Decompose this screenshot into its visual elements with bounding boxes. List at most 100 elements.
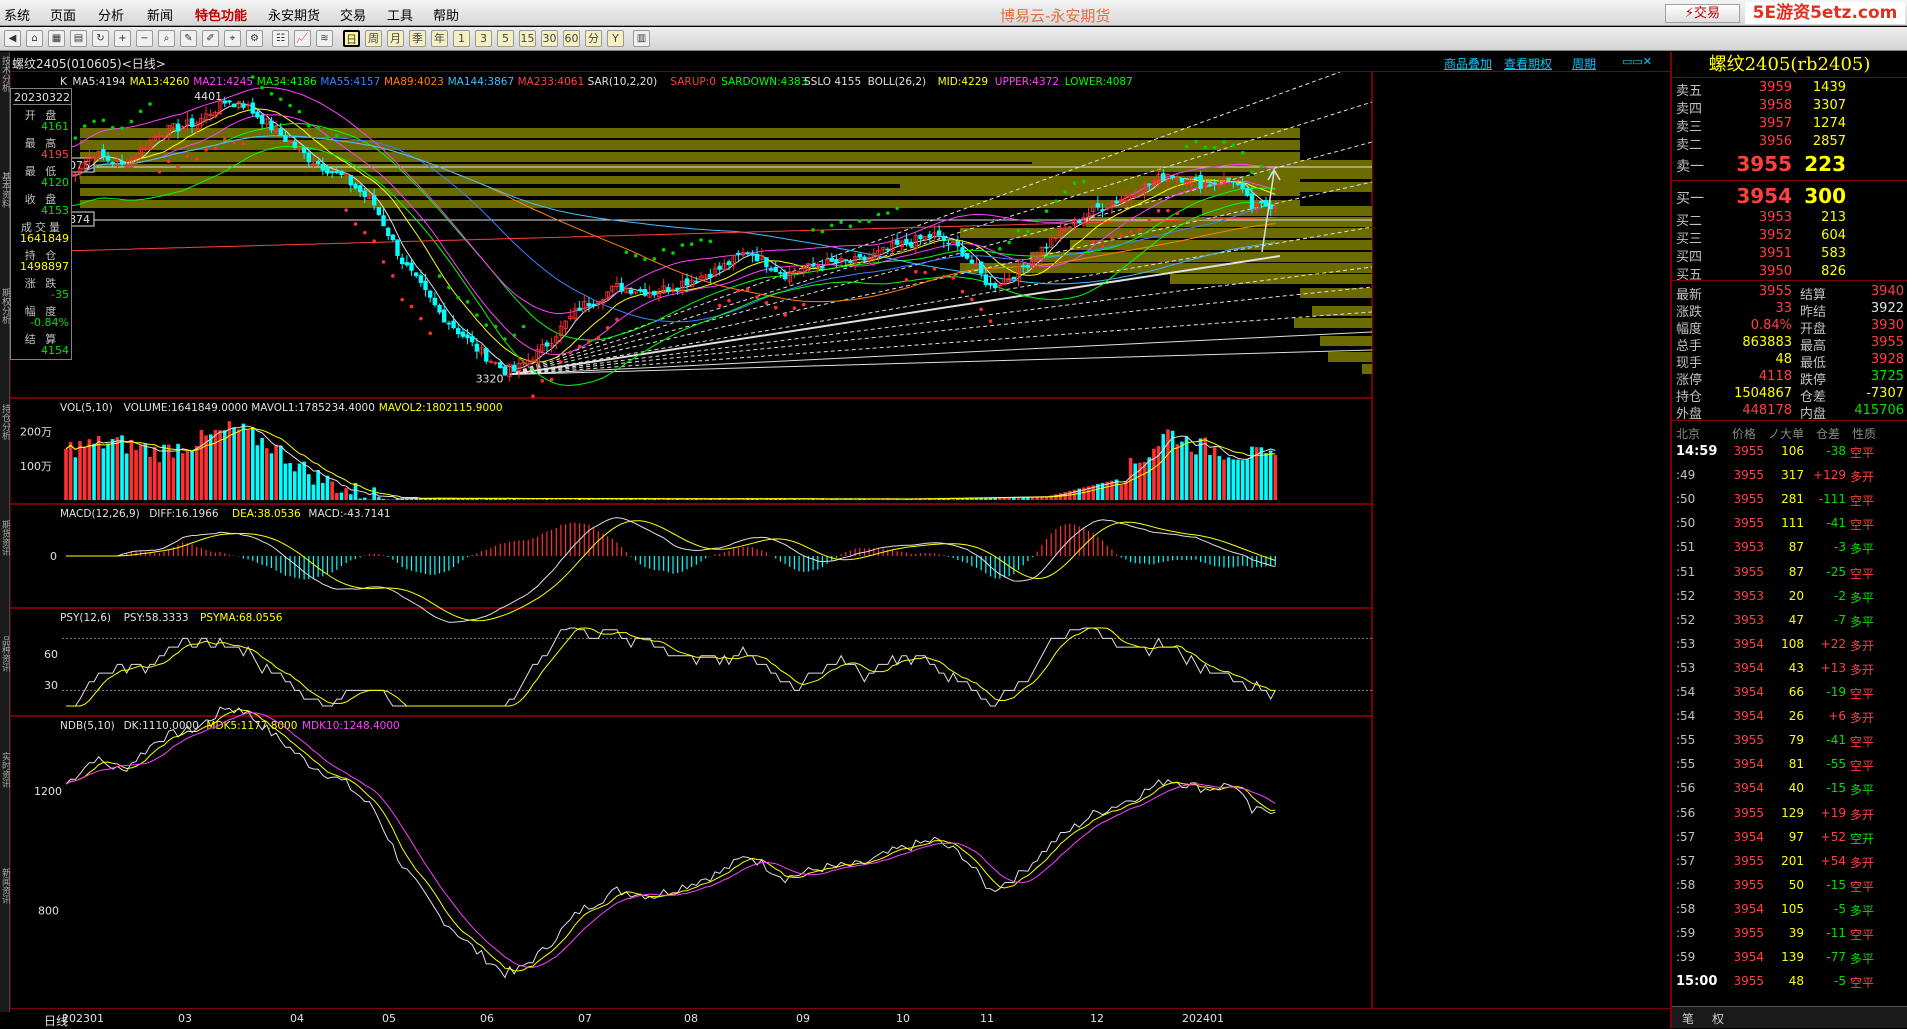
menu-tools[interactable]: 工具: [387, 5, 413, 24]
quote-icon[interactable]: ▤: [70, 30, 87, 47]
draw-icon[interactable]: ✐: [202, 30, 219, 47]
window-controls-icon[interactable]: ▭▭✕: [1622, 55, 1652, 68]
menu-bar: 系统 页面 分析 新闻 特色功能 永安期货 交易 工具 帮助 博易云-永安期货 …: [0, 0, 1907, 26]
period-day[interactable]: 日: [343, 30, 360, 47]
tab-ticks[interactable]: 笔: [1682, 1010, 1694, 1027]
indicator-label: MACD:-43.7141: [308, 508, 390, 520]
period-1min[interactable]: 1: [453, 30, 470, 47]
options-link[interactable]: 查看期权: [1504, 55, 1552, 72]
home-icon[interactable]: ⌂: [26, 30, 43, 47]
menu-trade[interactable]: 交易: [340, 5, 366, 24]
sar-dot: [737, 289, 741, 293]
zoom-in-icon[interactable]: +: [114, 30, 131, 47]
menu-news[interactable]: 新闻: [147, 5, 173, 24]
period-custom[interactable]: Y: [607, 30, 624, 47]
indicator-icon[interactable]: ≋: [316, 30, 333, 47]
search-icon[interactable]: ⌕: [158, 30, 175, 47]
period-15min[interactable]: 15: [519, 30, 536, 47]
period-month[interactable]: 月: [387, 30, 404, 47]
tick-volume: 81: [1768, 757, 1804, 771]
sar-dot: [746, 288, 750, 292]
zoom-out-icon[interactable]: −: [136, 30, 153, 47]
calc-icon[interactable]: ▥: [633, 30, 650, 47]
menu-help[interactable]: 帮助: [433, 5, 459, 24]
sar-dot: [718, 304, 722, 308]
left-tab[interactable]: 持仓分析: [0, 404, 10, 440]
left-tab[interactable]: 期货资讯: [0, 520, 10, 556]
left-tab[interactable]: 新闻资讯: [0, 868, 10, 904]
ask-row[interactable]: 卖二39562857: [1672, 132, 1907, 152]
period-5min[interactable]: 5: [497, 30, 514, 47]
sar-dot: [1054, 200, 1058, 204]
bid-row[interactable]: 买四3951583: [1672, 244, 1907, 264]
period-quarter[interactable]: 季: [409, 30, 426, 47]
sar-dot: [484, 323, 488, 327]
sar-dot: [905, 278, 909, 282]
candle-body: [498, 363, 502, 368]
tick-time: 15:00: [1676, 974, 1712, 989]
settings-icon[interactable]: ⚙: [246, 30, 263, 47]
bid-row[interactable]: 买三3952604: [1672, 226, 1907, 246]
back-icon[interactable]: ◀: [4, 30, 21, 47]
sar-dot: [512, 333, 516, 337]
chart-area[interactable]: 407538744401332036003400KMA5:4194MA13:42…: [10, 72, 1670, 1010]
menu-yongan[interactable]: 永安期货: [268, 5, 320, 24]
sar-dot: [1035, 219, 1039, 223]
ask-row[interactable]: 卖五39591439: [1672, 78, 1907, 98]
tick-row: :52395320-2多平: [1672, 585, 1907, 607]
candle-body: [592, 304, 596, 305]
bid-row[interactable]: 买五3950826: [1672, 262, 1907, 282]
tick-row: :593954139-77多平: [1672, 946, 1907, 968]
left-tab[interactable]: 期权分析: [0, 288, 10, 324]
bid-row[interactable]: 买一3954300: [1672, 184, 1907, 204]
candle-body: [438, 305, 442, 312]
candle-body: [326, 168, 330, 173]
refresh-icon[interactable]: ↻: [92, 30, 109, 47]
menu-analysis[interactable]: 分析: [98, 5, 124, 24]
period-week[interactable]: 周: [365, 30, 382, 47]
period-link[interactable]: 周期: [1572, 55, 1596, 72]
x-tick-label: 04: [290, 1012, 304, 1025]
menu-system[interactable]: 系统: [4, 5, 30, 24]
tick-oi: -5: [1806, 902, 1846, 916]
period-year[interactable]: 年: [431, 30, 448, 47]
volume-bar: [242, 424, 246, 500]
menu-features[interactable]: 特色功能: [195, 5, 247, 24]
tick-type: 空平: [1850, 926, 1874, 943]
indicator-label: MA5:4194: [72, 76, 126, 88]
volume-profile-bar: [960, 263, 1372, 273]
indicator-label: K: [60, 76, 68, 88]
chart-icon[interactable]: 📈: [294, 30, 311, 47]
market-icon[interactable]: ▦: [48, 30, 65, 47]
tab-rights[interactable]: 权: [1712, 1010, 1724, 1027]
site-logo: 5E游资5etz.com: [1745, 2, 1905, 24]
sar-dot: [354, 222, 358, 226]
pen-icon[interactable]: ✎: [180, 30, 197, 47]
volume-profile-bar: [1170, 274, 1372, 284]
period-60min[interactable]: 60: [563, 30, 580, 47]
menu-page[interactable]: 页面: [50, 5, 76, 24]
period-tick[interactable]: 分: [585, 30, 602, 47]
left-tab[interactable]: 技术分析: [0, 56, 10, 92]
period-3min[interactable]: 3: [475, 30, 492, 47]
period-30min[interactable]: 30: [541, 30, 558, 47]
left-tab[interactable]: 品种资讯: [0, 636, 10, 672]
tick-row: :55395579-41空平: [1672, 729, 1907, 751]
trade-button[interactable]: ⚡交易: [1665, 4, 1740, 23]
candle-body: [372, 195, 376, 205]
left-tab[interactable]: 基本资料: [0, 172, 10, 208]
table-icon[interactable]: ☷: [272, 30, 289, 47]
sar-dot: [428, 332, 432, 336]
ask-row[interactable]: 卖一3955223: [1672, 152, 1907, 172]
bid-row[interactable]: 买二3953213: [1672, 208, 1907, 228]
divider: [1672, 180, 1907, 181]
ask-row[interactable]: 卖四39583307: [1672, 96, 1907, 116]
volume-bar: [120, 435, 124, 500]
tick-row: 14:593955106-38空平: [1672, 440, 1907, 462]
cursor-icon[interactable]: ⌖: [224, 30, 241, 47]
left-tab[interactable]: 实时资讯: [0, 752, 10, 788]
overlay-link[interactable]: 商品叠加: [1444, 55, 1492, 72]
tick-price: 3954: [1722, 781, 1764, 795]
ask-row[interactable]: 卖三39571274: [1672, 114, 1907, 134]
sar-dot: [568, 350, 572, 354]
